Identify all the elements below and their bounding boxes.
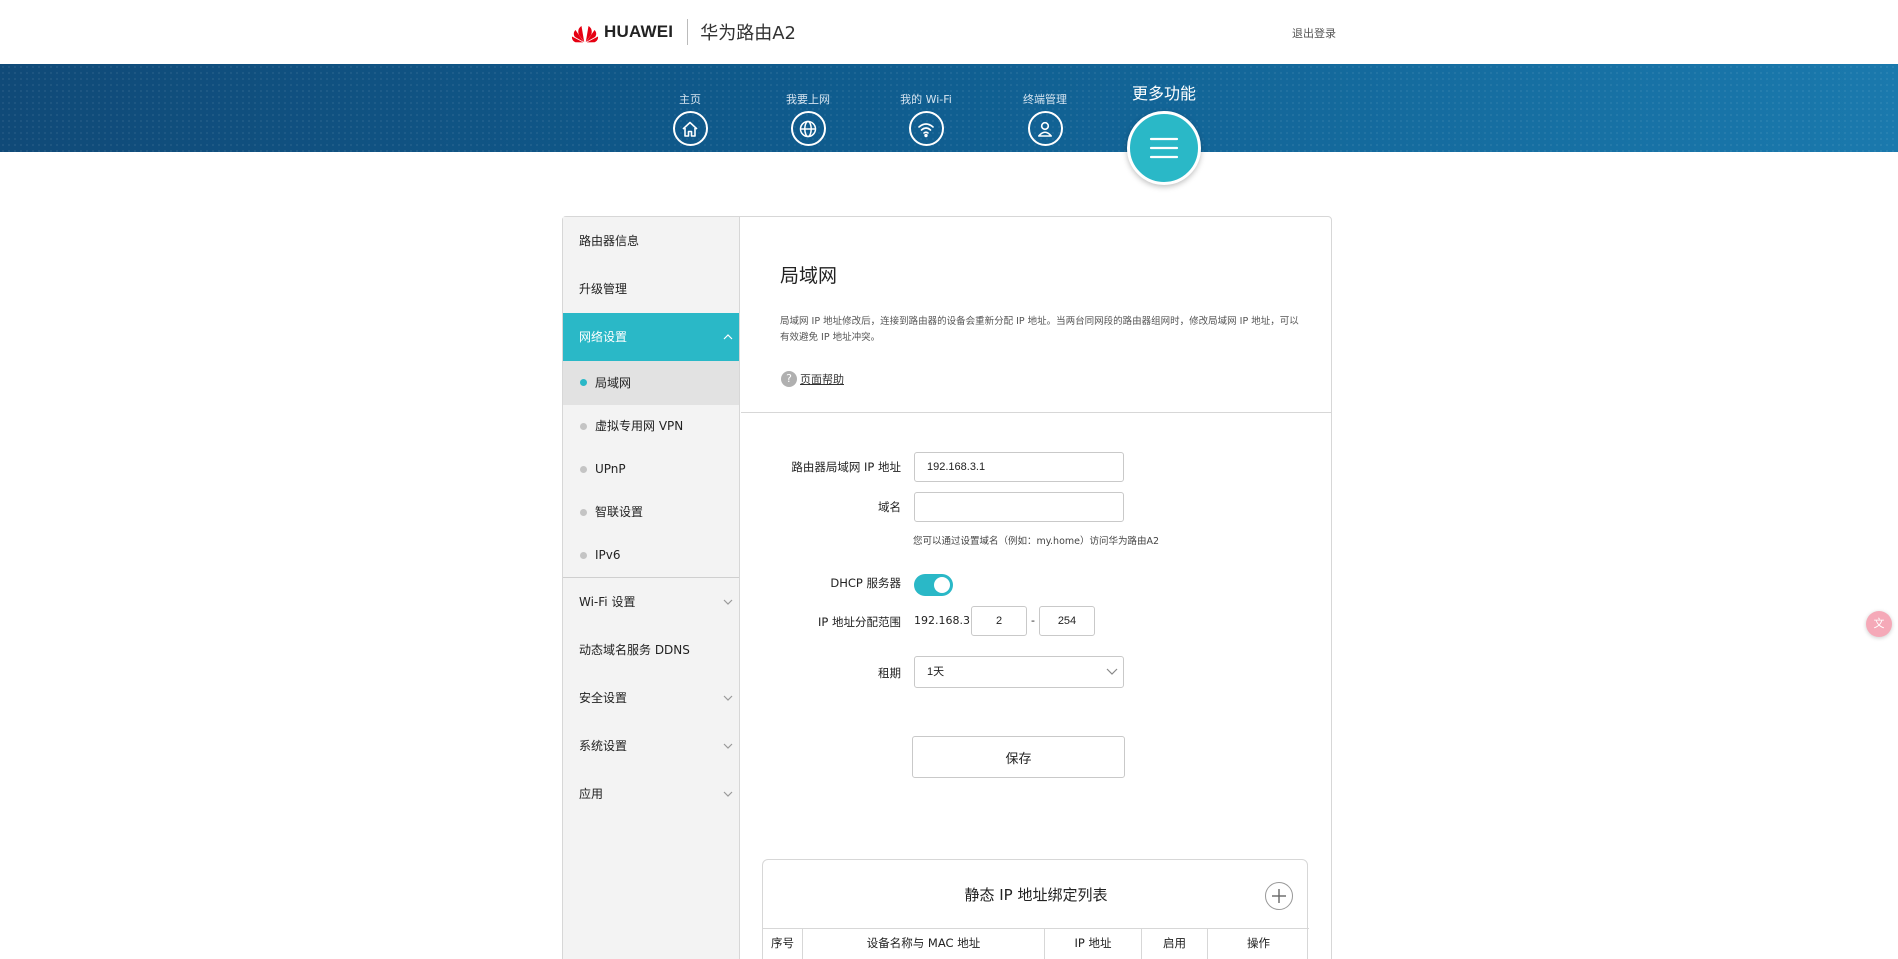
sidebar-subitem-label: 局域网 xyxy=(595,376,632,390)
sidebar-item-ddns[interactable]: 动态域名服务 DDNS xyxy=(563,626,739,674)
sidebar-item-label: 升级管理 xyxy=(579,282,628,296)
sidebar-subitem-label: 智联设置 xyxy=(595,505,644,519)
sidebar-subitem-vpn[interactable]: 虚拟专用网 VPN xyxy=(563,405,739,448)
sidebar-item-system[interactable]: 系统设置 xyxy=(563,722,739,770)
chevron-up-icon xyxy=(723,334,733,340)
router-model: 华为路由A2 xyxy=(700,23,796,44)
dhcp-label: DHCP 服务器 xyxy=(830,576,901,590)
page-help-label: 页面帮助 xyxy=(800,373,844,386)
nav-devices[interactable]: 终端管理 xyxy=(995,91,1095,146)
sidebar-item-label: 系统设置 xyxy=(579,739,628,753)
sidebar-subitem-smart-link[interactable]: 智联设置 xyxy=(563,491,739,534)
brand-separator xyxy=(687,19,689,45)
sidebar-item-label: 安全设置 xyxy=(579,691,628,705)
sidebar-item-label: 应用 xyxy=(579,787,604,801)
column-header: 序号 xyxy=(763,929,803,959)
ip-range-separator: - xyxy=(1031,614,1035,627)
sidebar-item-apps[interactable]: 应用 xyxy=(563,770,739,818)
top-bar: HUAWEI 华为路由A2 退出登录 xyxy=(0,0,1898,64)
sidebar-item-security[interactable]: 安全设置 xyxy=(563,674,739,722)
bullet-dot-icon xyxy=(580,508,587,516)
chevron-down-icon xyxy=(723,599,733,605)
nav-home-label: 主页 xyxy=(679,93,701,106)
sidebar-item-router-info[interactable]: 路由器信息 xyxy=(563,217,739,265)
section-divider xyxy=(741,412,1331,413)
column-header: 设备名称与 MAC 地址 xyxy=(803,929,1045,959)
sidebar: 路由器信息 升级管理 网络设置 局域网 虚拟专用网 VPN UPnP 智联设置 … xyxy=(563,217,740,959)
sidebar-item-wifi-settings[interactable]: Wi-Fi 设置 xyxy=(563,578,739,626)
wifi-icon xyxy=(908,111,944,146)
static-ip-table-header: 序号 设备名称与 MAC 地址 IP 地址 启用 操作 xyxy=(763,928,1309,959)
dhcp-toggle[interactable] xyxy=(914,574,953,596)
brand-name: HUAWEI xyxy=(604,22,674,41)
static-ip-title: 静态 IP 地址绑定列表 xyxy=(964,886,1108,904)
sidebar-subitem-label: 虚拟专用网 VPN xyxy=(595,419,684,433)
user-icon xyxy=(1027,111,1063,146)
page-title: 局域网 xyxy=(780,265,838,287)
question-icon: ? xyxy=(781,371,797,387)
sidebar-subitem-upnp[interactable]: UPnP xyxy=(563,448,739,491)
ip-range-label: IP 地址分配范围 xyxy=(818,615,901,629)
nav-wifi-label: 我的 Wi-Fi xyxy=(900,93,952,106)
nav-internet[interactable]: 我要上网 xyxy=(758,91,858,146)
sidebar-subitem-lan[interactable]: 局域网 xyxy=(563,361,739,405)
settings-panel: 路由器信息 升级管理 网络设置 局域网 虚拟专用网 VPN UPnP 智联设置 … xyxy=(562,216,1332,959)
translate-badge-icon[interactable]: 文 xyxy=(1866,611,1892,637)
chevron-down-icon xyxy=(723,695,733,701)
ip-range-end-input[interactable] xyxy=(1039,606,1095,636)
globe-icon xyxy=(790,111,826,146)
sidebar-item-label: 路由器信息 xyxy=(579,234,640,248)
nav-internet-label: 我要上网 xyxy=(786,93,830,106)
column-header: IP 地址 xyxy=(1045,929,1142,959)
add-binding-button[interactable] xyxy=(1265,882,1293,910)
domain-label: 域名 xyxy=(878,500,901,514)
page-description: 局域网 IP 地址修改后，连接到路由器的设备会重新分配 IP 地址。当两台同网段… xyxy=(780,316,1299,343)
brand: HUAWEI 华为路由A2 xyxy=(570,17,796,47)
logout-link[interactable]: 退出登录 xyxy=(1292,25,1336,41)
sidebar-item-label: 网络设置 xyxy=(579,330,628,344)
sidebar-subitem-label: UPnP xyxy=(595,462,626,476)
toggle-knob xyxy=(934,577,950,593)
bullet-dot-icon xyxy=(580,379,587,386)
save-button[interactable]: 保存 xyxy=(912,736,1125,778)
lease-select-value: 1天 xyxy=(927,666,945,678)
lease-label: 租期 xyxy=(878,666,901,680)
ip-address-label: 路由器局域网 IP 地址 xyxy=(791,460,901,474)
ip-range-prefix: 192.168.3. xyxy=(914,614,974,627)
nav-devices-label: 终端管理 xyxy=(1023,93,1067,106)
sidebar-subitem-ipv6[interactable]: IPv6 xyxy=(563,534,739,577)
huawei-logo-icon xyxy=(571,26,599,43)
column-header: 操作 xyxy=(1247,936,1270,950)
plus-icon xyxy=(1272,889,1286,903)
chevron-down-icon xyxy=(1106,668,1118,675)
domain-hint: 您可以通过设置域名（例如：my.home）访问华为路由A2 xyxy=(913,536,1160,547)
chevron-down-icon xyxy=(723,791,733,797)
lease-select[interactable]: 1天 xyxy=(914,656,1124,688)
nav-home[interactable]: 主页 xyxy=(640,91,740,146)
menu-icon xyxy=(1127,111,1201,185)
nav-wifi[interactable]: 我的 Wi-Fi xyxy=(876,91,976,146)
content-area: 局域网 局域网 IP 地址修改后，连接到路由器的设备会重新分配 IP 地址。当两… xyxy=(741,217,1331,959)
chevron-down-icon xyxy=(723,743,733,749)
sidebar-item-upgrade[interactable]: 升级管理 xyxy=(563,265,739,313)
nav-more-functions[interactable]: 更多功能 xyxy=(1114,80,1214,185)
column-header: 启用 xyxy=(1142,929,1208,959)
sidebar-item-network-settings[interactable]: 网络设置 xyxy=(563,313,739,361)
domain-input[interactable] xyxy=(914,492,1124,522)
home-icon xyxy=(672,111,708,146)
sidebar-item-label: Wi-Fi 设置 xyxy=(579,595,636,609)
bullet-dot-icon xyxy=(580,422,587,430)
page-help-link[interactable]: ? 页面帮助 xyxy=(781,371,844,387)
ip-address-input[interactable] xyxy=(914,452,1124,482)
bullet-dot-icon xyxy=(580,551,587,559)
static-ip-section: 静态 IP 地址绑定列表 序号 设备名称与 MAC 地址 IP 地址 启用 操作 xyxy=(762,859,1309,959)
ip-range-start-input[interactable] xyxy=(971,606,1027,636)
nav-more-label: 更多功能 xyxy=(1131,84,1196,103)
sidebar-item-label: 动态域名服务 DDNS xyxy=(579,643,690,657)
sidebar-subitem-label: IPv6 xyxy=(595,548,621,562)
bullet-dot-icon xyxy=(580,465,587,473)
